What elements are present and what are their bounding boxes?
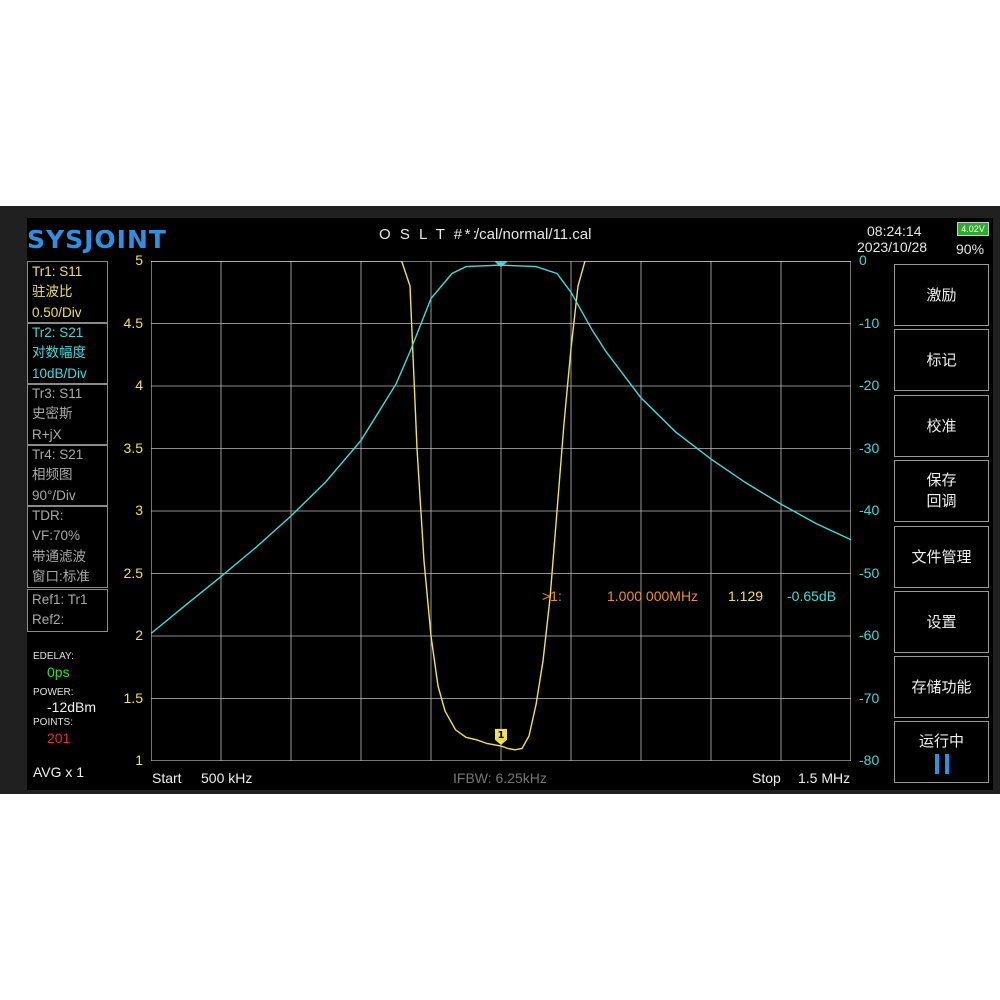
stop-frequency[interactable]: 1.5 MHz xyxy=(798,770,850,786)
calibration-button[interactable]: 校准 xyxy=(894,395,989,457)
vna-display: SYSJOINT O S L T #*: /cal/normal/11.cal … xyxy=(27,218,993,790)
ifbw-label: IFBW: 6.25kHz xyxy=(453,770,547,786)
trace2-scale: 10dB/Div xyxy=(32,365,87,381)
left-axis-tick: 5 xyxy=(135,252,143,268)
trace4-box[interactable]: Tr4: S21 相频图 90°/Div xyxy=(27,444,108,507)
run-pause-button[interactable]: 运行中 xyxy=(894,721,989,783)
clock-time: 08:24:14 xyxy=(867,223,922,239)
brand-logo: SYSJOINT xyxy=(27,225,167,254)
trace3-format: 史密斯 xyxy=(32,406,73,422)
storage-button[interactable]: 存储功能 xyxy=(894,656,989,718)
trace2-name: Tr2: S21 xyxy=(32,325,84,340)
tdr-mode: 带通滤波 xyxy=(32,548,86,564)
file-manager-button[interactable]: 文件管理 xyxy=(894,526,989,588)
tdr-vf: VF:70% xyxy=(32,528,81,544)
right-axis-tick: -10 xyxy=(859,314,880,331)
marker-label: >1: xyxy=(542,588,562,604)
pause-icon xyxy=(934,753,949,774)
ref1-label: Ref1: Tr1 xyxy=(32,592,88,607)
trace3-box[interactable]: Tr3: S11 史密斯 R+jX xyxy=(27,383,108,446)
right-axis-tick: -70 xyxy=(859,689,880,706)
points-label: POINTS: xyxy=(33,717,74,728)
start-frequency[interactable]: 500 kHz xyxy=(201,770,252,786)
trace1-scale: 0.50/Div xyxy=(32,304,82,320)
left-axis-tick: 2 xyxy=(135,627,143,643)
marker-swr: 1.129 xyxy=(728,588,764,604)
run-status-label: 运行中 xyxy=(918,732,964,750)
marker-button[interactable]: 标记 xyxy=(894,329,989,391)
left-axis-tick: 4 xyxy=(135,377,143,393)
left-axis-tick: 2.5 xyxy=(123,564,143,581)
trace1-box[interactable]: Tr1: S11 驻波比 0.50/Div xyxy=(27,261,108,324)
left-axis-tick: 1 xyxy=(135,752,143,768)
marker1-swr-flag-label: 1 xyxy=(498,730,505,741)
calibration-file: /cal/normal/11.cal xyxy=(475,226,592,243)
trace3-name: Tr3: S11 xyxy=(32,386,83,401)
averaging-label: AVG x 1 xyxy=(33,764,85,780)
trace2-box[interactable]: Tr2: S21 对数幅度 10dB/Div xyxy=(27,322,108,385)
trace1-name: Tr1: S11 xyxy=(32,264,83,279)
trace2-format: 对数幅度 xyxy=(32,345,86,361)
left-axis-tick: 1.5 xyxy=(123,689,143,706)
clock-date: 2023/10/28 xyxy=(857,239,928,255)
reference-box[interactable]: Ref1: Tr1 Ref2: xyxy=(27,589,108,632)
marker1-swr-flag: 1 xyxy=(495,728,507,745)
right-axis-tick: -50 xyxy=(859,564,880,581)
right-axis-tick: -20 xyxy=(859,377,880,393)
battery-icon: 4.02V xyxy=(957,222,989,236)
marker1-s21-flag: 1 xyxy=(495,261,507,268)
ref2-label: Ref2: xyxy=(32,612,65,628)
left-axis-tick: 4.5 xyxy=(123,314,143,331)
left-axis-tick: 3.5 xyxy=(123,439,143,456)
points-value: 201 xyxy=(47,730,71,746)
sweep-plot[interactable]: 11 xyxy=(151,261,851,761)
battery-voltage: 4.02V xyxy=(961,224,985,234)
tdr-name: TDR: xyxy=(32,508,64,523)
right-axis-tick: -60 xyxy=(859,627,880,643)
calibration-label: O S L T #*: xyxy=(379,226,480,243)
tdr-window: 窗口:标准 xyxy=(32,568,90,584)
save-recall-button[interactable]: 保存 回调 xyxy=(894,460,989,522)
trace4-scale: 90°/Div xyxy=(32,487,76,503)
right-axis-tick: 0 xyxy=(859,252,867,268)
trace1-format: 驻波比 xyxy=(32,284,73,300)
right-axis-tick: -40 xyxy=(859,502,880,518)
trace3-scale: R+jX xyxy=(32,426,62,442)
battery-percent: 90% xyxy=(956,241,985,257)
edelay-value: 0ps xyxy=(47,664,70,680)
right-axis-tick: -30 xyxy=(859,439,880,456)
right-axis-tick: -80 xyxy=(859,752,880,768)
edelay-label: EDELAY: xyxy=(33,651,74,662)
stop-label: Stop xyxy=(752,770,781,786)
marker-magnitude: -0.65dB xyxy=(787,588,837,604)
power-label: POWER: xyxy=(33,687,74,698)
settings-button[interactable]: 设置 xyxy=(894,591,989,653)
trace4-name: Tr4: S21 xyxy=(32,447,84,462)
marker-frequency: 1.000 000MHz xyxy=(607,588,699,604)
left-axis-tick: 3 xyxy=(135,502,143,518)
marker1-s21-flag-label: 1 xyxy=(498,261,505,263)
stimulus-button[interactable]: 激励 xyxy=(894,264,989,326)
plot-grid xyxy=(151,261,851,761)
start-label: Start xyxy=(152,770,182,786)
instrument-screen: SYSJOINT O S L T #*: /cal/normal/11.cal … xyxy=(0,206,1000,794)
tdr-box[interactable]: TDR: VF:70% 带通滤波 窗口:标准 xyxy=(27,505,108,589)
power-value: -12dBm xyxy=(47,699,97,715)
trace4-format: 相频图 xyxy=(32,467,73,483)
